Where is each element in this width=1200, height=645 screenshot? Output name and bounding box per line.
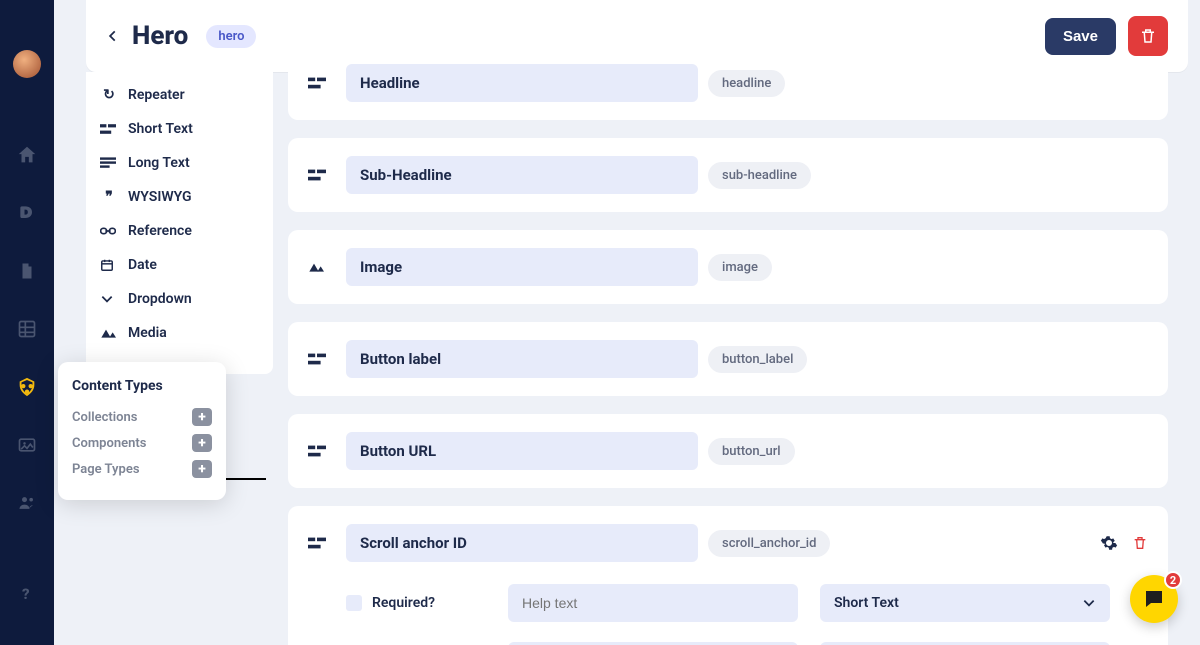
drag-handle-icon[interactable] [308, 169, 332, 181]
slug-badge: hero [206, 25, 256, 48]
field-label: Button label [346, 340, 698, 378]
add-component-button[interactable]: + [192, 434, 212, 452]
images-icon[interactable] [16, 434, 38, 456]
field-slug: headline [708, 70, 785, 97]
field-label: Scroll anchor ID [346, 524, 698, 562]
page-title: Hero [132, 21, 188, 51]
chevron-down-icon [1082, 598, 1096, 608]
field-label: Sub-Headline [346, 156, 698, 194]
required-label: Required? [346, 595, 486, 611]
field-type-media[interactable]: Media [86, 316, 273, 350]
back-button[interactable] [106, 29, 120, 43]
drag-handle-icon[interactable] [308, 261, 332, 273]
long-text-icon [100, 157, 118, 169]
help-text-input[interactable] [508, 584, 798, 622]
add-page-type-button[interactable]: + [192, 460, 212, 478]
blog-icon[interactable] [16, 202, 38, 224]
field-types-panel: ↻ Repeater Short Text Long Text ❞ WYSIWY… [86, 72, 273, 374]
required-checkbox[interactable] [346, 595, 362, 611]
field-type-long-text[interactable]: Long Text [86, 146, 273, 180]
field-row[interactable]: Headline headline [288, 58, 1168, 120]
popover-title: Content Types [72, 378, 212, 394]
field-type-reference[interactable]: Reference [86, 214, 273, 248]
media-icon [100, 327, 118, 339]
chat-launcher[interactable]: 2 [1130, 575, 1178, 623]
drag-handle-icon[interactable] [308, 77, 332, 89]
home-icon[interactable] [16, 144, 38, 166]
link-icon [100, 225, 118, 237]
drag-handle-icon[interactable] [308, 353, 332, 365]
fields-list: Headline headline Sub-Headline sub-headl… [288, 58, 1168, 645]
type-select[interactable]: Short Text [820, 584, 1110, 622]
popover-row-page-types[interactable]: Page Types + [72, 460, 212, 478]
field-label: Button URL [346, 432, 698, 470]
nav-rail: ? [0, 0, 54, 645]
delete-button[interactable] [1128, 16, 1168, 56]
field-row-expanded: Scroll anchor ID scroll_anchor_id Requir… [288, 506, 1168, 645]
users-icon[interactable] [16, 492, 38, 514]
quotes-icon: ❞ [100, 189, 118, 205]
chat-badge: 2 [1164, 571, 1182, 589]
field-row[interactable]: Button label button_label [288, 322, 1168, 396]
add-collection-button[interactable]: + [192, 408, 212, 426]
drag-handle-icon[interactable] [308, 445, 332, 457]
gear-icon[interactable] [1100, 534, 1118, 552]
chevron-down-icon [100, 294, 118, 304]
trash-icon[interactable] [1132, 535, 1148, 551]
field-slug: image [708, 254, 772, 281]
popover-row-components[interactable]: Components + [72, 434, 212, 452]
drag-handle-icon[interactable] [308, 537, 332, 549]
avatar[interactable] [13, 50, 41, 78]
field-type-repeater[interactable]: ↻ Repeater [86, 78, 273, 112]
popover-row-collections[interactable]: Collections + [72, 408, 212, 426]
content-types-popover: Content Types Collections + Components +… [58, 362, 226, 500]
short-text-icon [100, 124, 118, 134]
field-type-short-text[interactable]: Short Text [86, 112, 273, 146]
field-label: Headline [346, 64, 698, 102]
grid-icon[interactable] [16, 318, 38, 340]
svg-text:?: ? [22, 585, 30, 603]
repeat-icon: ↻ [100, 87, 118, 103]
field-row[interactable]: Sub-Headline sub-headline [288, 138, 1168, 212]
field-slug: sub-headline [708, 162, 811, 189]
content-types-icon[interactable] [16, 376, 38, 398]
field-slug: scroll_anchor_id [708, 530, 830, 557]
field-slug: button_label [708, 346, 807, 373]
field-row[interactable]: Button URL button_url [288, 414, 1168, 488]
field-type-dropdown[interactable]: Dropdown [86, 282, 273, 316]
help-icon[interactable]: ? [16, 583, 38, 605]
field-row[interactable]: Image image [288, 230, 1168, 304]
field-label: Image [346, 248, 698, 286]
save-button[interactable]: Save [1045, 18, 1116, 55]
field-slug: button_url [708, 438, 795, 465]
calendar-icon [100, 258, 118, 272]
document-icon[interactable] [16, 260, 38, 282]
field-type-wysiwyg[interactable]: ❞ WYSIWYG [86, 180, 273, 214]
field-type-date[interactable]: Date [86, 248, 273, 282]
